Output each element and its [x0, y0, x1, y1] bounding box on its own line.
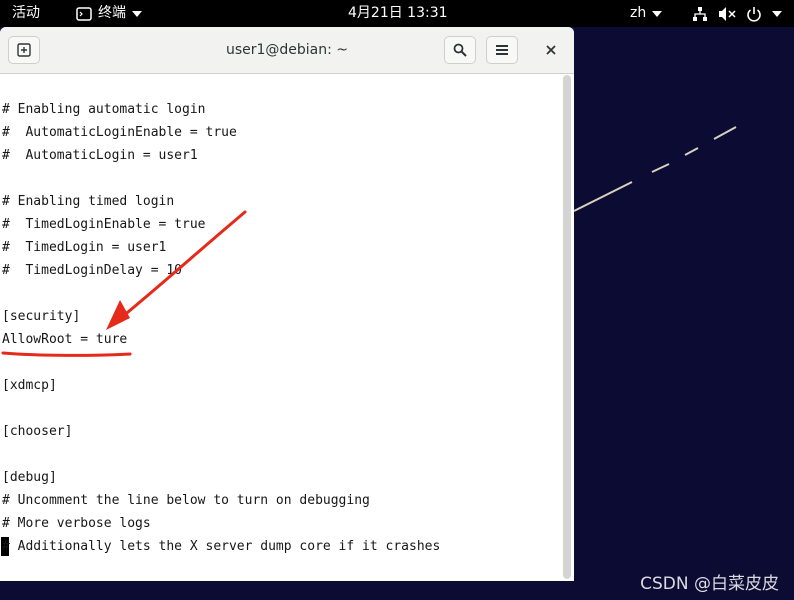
volume-muted-icon	[719, 6, 736, 21]
terminal-line: # Additionally lets the X server dump co…	[2, 539, 441, 554]
terminal-line: [chooser]	[2, 424, 73, 439]
terminal-line: # More verbose logs	[2, 516, 151, 531]
terminal-line: # Uncomment the line below to turn on de…	[2, 493, 370, 508]
terminal-line: [xdmcp]	[2, 378, 57, 393]
new-tab-icon	[17, 43, 31, 57]
scrollbar[interactable]	[563, 75, 571, 579]
chevron-down-icon	[772, 10, 782, 17]
network-icon	[693, 6, 707, 21]
terminal-line: # Enabling timed login	[2, 194, 175, 209]
terminal-line: [debug]	[2, 470, 57, 485]
search-button[interactable]	[444, 36, 476, 64]
desktop-wallpaper-lines	[574, 126, 737, 212]
terminal-line: # TimedLoginEnable = true	[2, 217, 206, 232]
terminal-window[interactable]: user1@debian: ~ # Enabling automatic log…	[0, 27, 574, 581]
top-bar: 活动 终端 4月21日 13:31 zh	[0, 0, 794, 27]
terminal-line: # Enabling automatic login	[2, 102, 206, 117]
new-tab-button[interactable]	[8, 36, 40, 64]
search-icon	[453, 43, 467, 57]
menu-button[interactable]	[486, 36, 518, 64]
terminal-line: # AutomaticLogin = user1	[2, 148, 198, 163]
watermark: CSDN @白菜皮皮	[640, 574, 779, 594]
terminal-line: # TimedLoginDelay = 10	[2, 263, 183, 278]
terminal-line-highlighted: AllowRoot = ture	[2, 332, 128, 347]
language-menu[interactable]: zh	[630, 0, 663, 27]
app-menu[interactable]: 终端	[76, 0, 142, 27]
close-icon	[546, 45, 556, 55]
terminal-line: [security]	[2, 309, 81, 324]
terminal-content[interactable]: # Enabling automatic login # AutomaticLo…	[0, 74, 560, 581]
hamburger-icon	[496, 45, 508, 55]
chevron-down-icon	[652, 10, 663, 17]
system-menu[interactable]	[692, 0, 782, 27]
chevron-down-icon	[132, 10, 142, 17]
activities-button[interactable]: 活动	[12, 0, 40, 27]
power-icon	[747, 6, 761, 22]
window-titlebar[interactable]: user1@debian: ~	[0, 27, 574, 74]
close-button[interactable]	[535, 36, 567, 64]
language-label: zh	[630, 5, 647, 21]
terminal-line: # TimedLogin = user1	[2, 240, 167, 255]
app-menu-label: 终端	[98, 5, 126, 21]
clock[interactable]: 4月21日 13:31	[348, 0, 448, 27]
terminal-icon	[76, 6, 92, 21]
terminal-line: # AutomaticLoginEnable = true	[2, 125, 237, 140]
